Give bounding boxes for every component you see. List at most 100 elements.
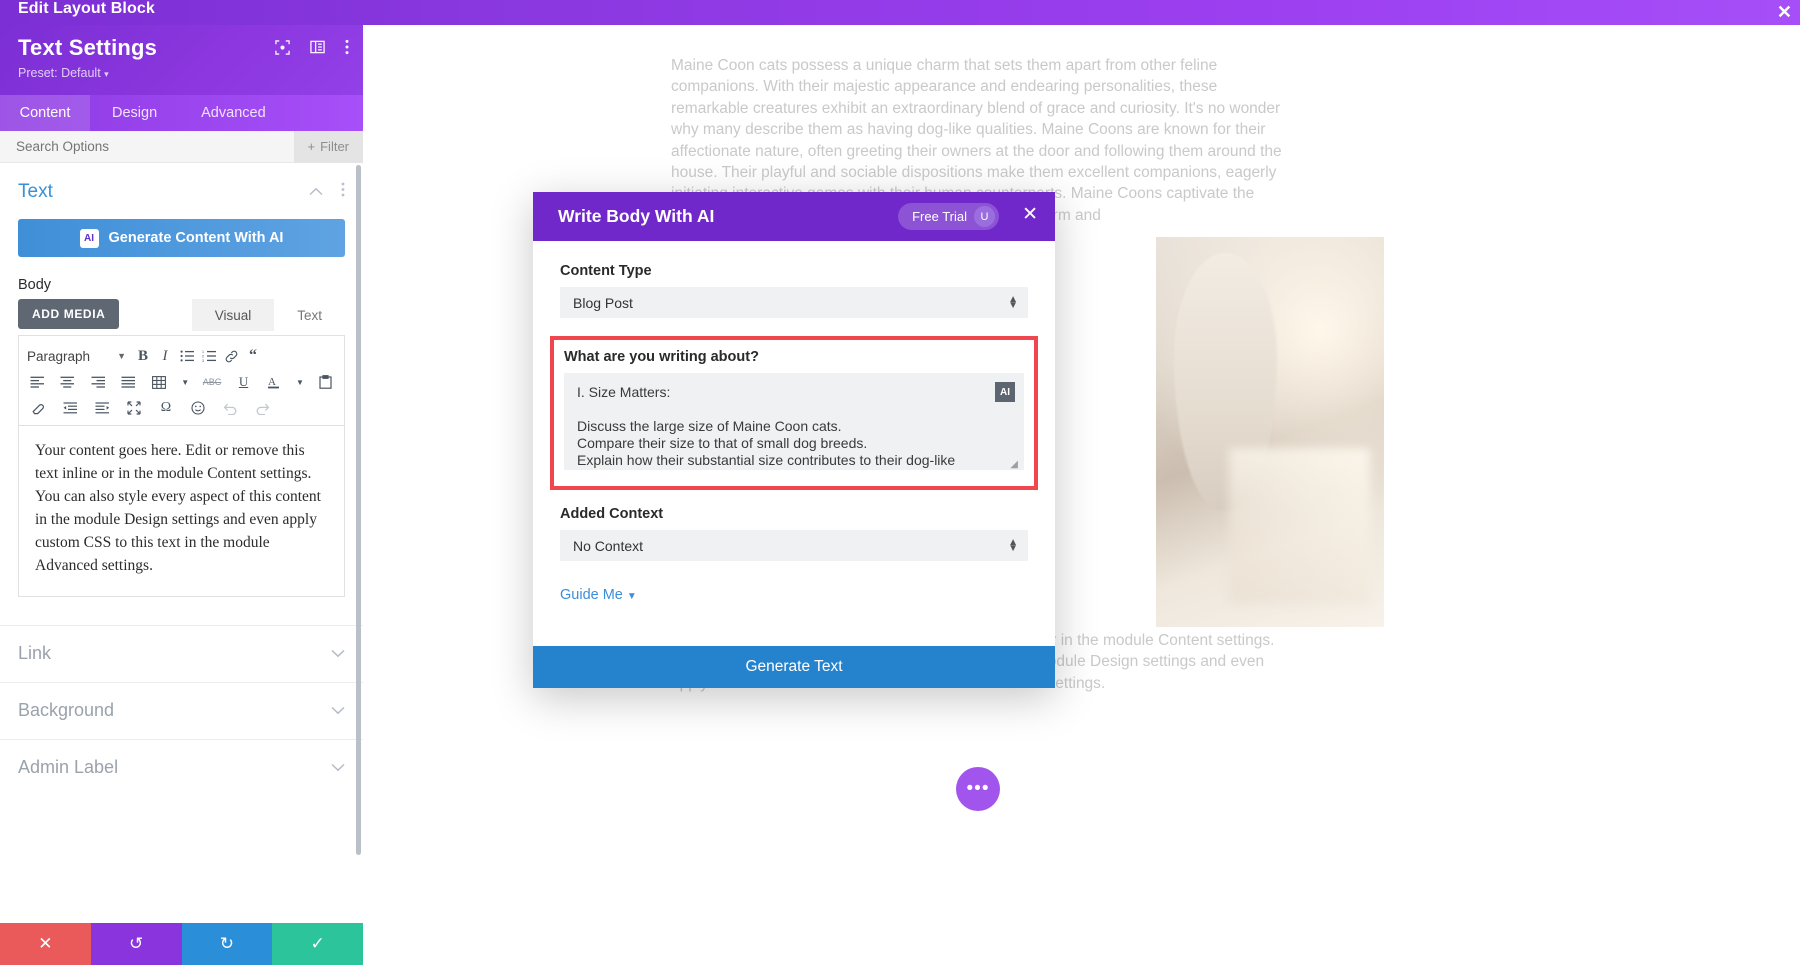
generate-content-label: Generate Content With AI bbox=[108, 230, 284, 246]
sidebar-item-background[interactable]: Background bbox=[0, 681, 363, 739]
align-justify-icon[interactable] bbox=[119, 371, 140, 393]
content-type-label: Content Type bbox=[560, 263, 652, 279]
free-trial-label: Free Trial bbox=[912, 209, 967, 224]
paragraph-format-select[interactable]: Paragraph ▼ bbox=[27, 349, 132, 364]
paste-icon[interactable] bbox=[316, 371, 337, 393]
close-icon[interactable]: ✕ bbox=[1777, 1, 1792, 23]
cancel-button[interactable]: ✕ bbox=[0, 923, 91, 965]
spinner-arrows-icon: ▲ ▼ bbox=[1008, 294, 1018, 311]
emoji-icon[interactable] bbox=[187, 397, 209, 419]
generate-content-with-ai-button[interactable]: AI Generate Content With AI bbox=[18, 219, 345, 257]
preset-selector[interactable]: Preset: Default ▾ bbox=[18, 66, 349, 80]
editor-content[interactable]: Your content goes here. Edit or remove t… bbox=[18, 425, 345, 597]
more-vertical-icon[interactable] bbox=[341, 182, 345, 202]
more-vertical-icon[interactable] bbox=[345, 39, 349, 59]
sidebar-tabs: Content Design Advanced bbox=[0, 95, 363, 131]
guide-me-label: Guide Me bbox=[560, 587, 623, 603]
decrease-indent-icon[interactable] bbox=[59, 397, 81, 419]
numbered-list-icon[interactable]: 1 2 3 bbox=[198, 345, 220, 367]
svg-text:1: 1 bbox=[202, 350, 204, 354]
editor-toolbar: Paragraph ▼ B I 1 2 3 “ ▼ ABC U A ▼ Ω bbox=[18, 335, 345, 425]
undo-icon[interactable] bbox=[219, 397, 241, 419]
added-context-label: Added Context bbox=[560, 506, 664, 522]
align-right-icon[interactable] bbox=[88, 371, 109, 393]
cat-photo bbox=[1156, 237, 1384, 627]
layout-columns-icon[interactable] bbox=[310, 40, 325, 58]
avatar: U bbox=[974, 206, 995, 227]
strikethrough-icon[interactable]: ABC bbox=[201, 371, 223, 393]
write-body-with-ai-modal: Write Body With AI Free Trial U ✕ Conten… bbox=[533, 192, 1055, 688]
sidebar-header: Text Settings Preset: Default ▾ bbox=[0, 25, 363, 95]
chevron-down-icon: ▼ bbox=[626, 591, 637, 602]
resize-handle-icon[interactable]: ◢ bbox=[1010, 459, 1018, 470]
italic-icon[interactable]: I bbox=[154, 345, 176, 367]
free-trial-badge[interactable]: Free Trial U bbox=[898, 203, 999, 230]
search-input[interactable] bbox=[0, 139, 230, 154]
close-icon[interactable]: ✕ bbox=[1022, 205, 1038, 224]
generate-text-button[interactable]: Generate Text bbox=[533, 646, 1055, 688]
bulleted-list-icon[interactable] bbox=[176, 345, 198, 367]
ellipsis-icon[interactable]: ••• bbox=[956, 767, 1000, 811]
guide-me-toggle[interactable]: Guide Me ▼ bbox=[560, 587, 637, 603]
undo-button[interactable]: ↺ bbox=[90, 923, 182, 965]
chevron-down-icon: ▼ bbox=[117, 351, 126, 361]
prompt-label: What are you writing about? bbox=[564, 349, 759, 365]
align-left-icon[interactable] bbox=[27, 371, 48, 393]
target-icon[interactable] bbox=[275, 39, 290, 59]
table-icon[interactable] bbox=[149, 371, 170, 393]
page-title: Edit Layout Block bbox=[18, 0, 155, 17]
sidebar-item-admin-label[interactable]: Admin Label bbox=[0, 738, 363, 796]
add-media-button[interactable]: ADD MEDIA bbox=[18, 299, 120, 329]
chevron-down-icon bbox=[331, 703, 345, 718]
tab-text[interactable]: Text bbox=[274, 299, 345, 331]
chevron-up-icon[interactable] bbox=[309, 183, 323, 201]
chevron-down-icon bbox=[331, 760, 345, 775]
paragraph-format-label: Paragraph bbox=[27, 348, 91, 364]
plus-icon: + bbox=[307, 139, 316, 154]
link-icon[interactable] bbox=[220, 345, 242, 367]
tab-visual[interactable]: Visual bbox=[191, 299, 275, 331]
sidebar-scrollbar[interactable] bbox=[356, 165, 361, 855]
chevron-down-icon: ▾ bbox=[104, 69, 109, 79]
chevron-down-icon[interactable]: ▼ bbox=[294, 371, 305, 393]
tab-advanced[interactable]: Advanced bbox=[179, 95, 288, 131]
tab-content[interactable]: Content bbox=[0, 95, 90, 131]
text-color-icon[interactable]: A bbox=[264, 371, 285, 393]
sidebar-item-label: Background bbox=[18, 700, 115, 721]
content-type-select[interactable]: Blog Post ▲ ▼ bbox=[560, 287, 1028, 318]
sidebar-action-bar: ✕ ↺ ↻ ✓ bbox=[0, 923, 363, 965]
preset-label: Preset: Default bbox=[18, 66, 101, 80]
save-button[interactable]: ✓ bbox=[272, 923, 363, 965]
svg-text:2: 2 bbox=[202, 354, 204, 358]
sidebar-item-link[interactable]: Link bbox=[0, 624, 363, 682]
sidebar-body: Text AI Generate Content With AI Body AD… bbox=[0, 163, 363, 958]
increase-indent-icon[interactable] bbox=[91, 397, 113, 419]
filter-button[interactable]: + Filter bbox=[293, 130, 363, 163]
svg-text:3: 3 bbox=[202, 359, 204, 362]
added-context-select[interactable]: No Context ▲ ▼ bbox=[560, 530, 1028, 561]
ai-icon: AI bbox=[79, 228, 99, 248]
svg-text:A: A bbox=[268, 376, 276, 388]
sidebar-item-label: Link bbox=[18, 643, 52, 664]
special-character-icon[interactable]: Ω bbox=[155, 397, 177, 419]
prompt-highlight-region: What are you writing about? AI ◢ bbox=[550, 336, 1038, 490]
bold-icon[interactable]: B bbox=[132, 345, 154, 367]
ai-icon[interactable]: AI bbox=[995, 382, 1015, 402]
fullscreen-icon[interactable] bbox=[123, 397, 145, 419]
blockquote-icon[interactable]: “ bbox=[242, 345, 264, 367]
content-type-value: Blog Post bbox=[573, 294, 633, 311]
tab-design[interactable]: Design bbox=[90, 95, 179, 131]
added-context-value: No Context bbox=[573, 537, 644, 554]
section-text-header: Text bbox=[0, 163, 363, 211]
sidebar-item-label: Admin Label bbox=[18, 757, 119, 778]
chevron-down-icon[interactable]: ▼ bbox=[180, 371, 191, 393]
redo-button[interactable]: ↻ bbox=[181, 923, 273, 965]
settings-sidebar: Text Settings Preset: Default ▾ Content … bbox=[0, 25, 363, 965]
search-bar: + Filter bbox=[0, 130, 363, 163]
align-center-icon[interactable] bbox=[58, 371, 79, 393]
prompt-textarea[interactable] bbox=[564, 373, 1024, 470]
redo-icon[interactable] bbox=[251, 397, 273, 419]
spinner-arrows-icon: ▲ ▼ bbox=[1008, 537, 1018, 554]
underline-icon[interactable]: U bbox=[233, 371, 254, 393]
clear-formatting-icon[interactable] bbox=[27, 397, 49, 419]
